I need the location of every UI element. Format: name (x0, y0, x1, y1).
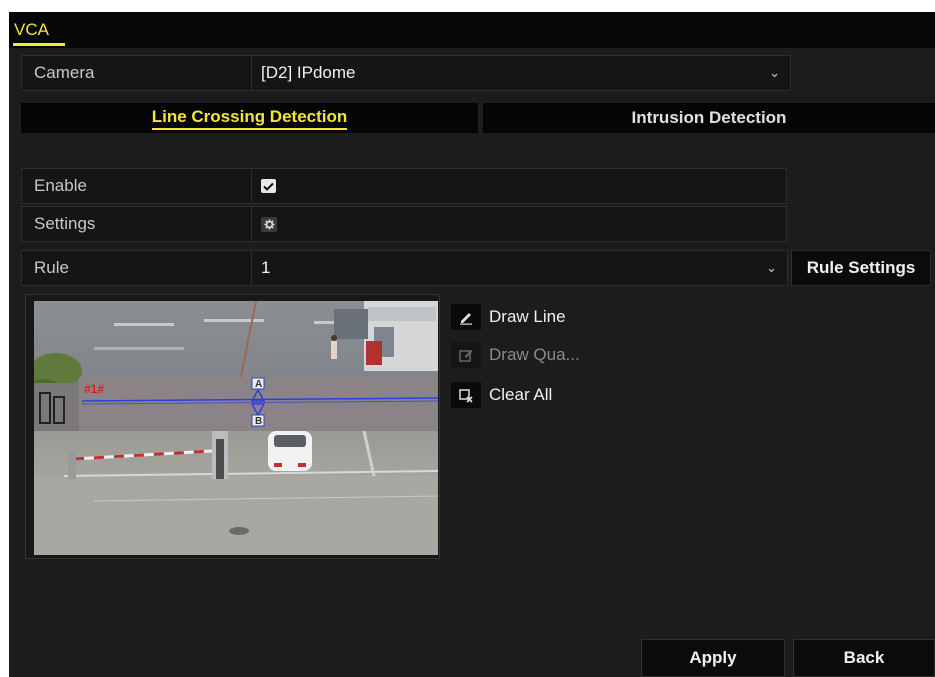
back-button[interactable]: Back (793, 639, 935, 677)
enable-value (253, 169, 786, 203)
side-a-label: A (255, 379, 262, 390)
rule-settings-label: Rule Settings (806, 258, 916, 277)
rule-select-value: 1 (261, 258, 271, 277)
edit-icon (451, 342, 481, 368)
pencil-icon (451, 304, 481, 330)
draw-line-tool[interactable]: Draw Line (451, 304, 566, 330)
rule-select[interactable]: 1 ⌄ (253, 251, 787, 285)
vca-window: VCA Camera [D2] IPdome ⌄ Line Crossing D… (9, 12, 935, 677)
side-b-label: B (255, 416, 262, 427)
title-underline (13, 43, 65, 46)
draw-line-label: Draw Line (489, 307, 566, 326)
enable-row: Enable (21, 168, 787, 204)
camera-label: Camera (22, 56, 252, 90)
tab-vca[interactable]: VCA (14, 20, 49, 40)
camera-preview[interactable]: #1# A B (34, 301, 438, 555)
draw-quadrilateral-label: Draw Qua... (489, 345, 580, 364)
camera-select[interactable]: [D2] IPdome ⌄ (253, 56, 790, 90)
gear-icon (263, 218, 275, 230)
draw-quadrilateral-tool[interactable]: Draw Qua... (451, 342, 580, 368)
apply-button[interactable]: Apply (641, 639, 785, 677)
apply-label: Apply (689, 648, 737, 667)
rule-row: Rule 1 ⌄ (21, 250, 788, 286)
tab-line-crossing-label: Line Crossing Detection (151, 107, 348, 130)
settings-row: Settings (21, 206, 787, 242)
clear-all-label: Clear All (489, 385, 553, 404)
rule-tag: #1# (84, 382, 104, 396)
enable-checkbox[interactable] (261, 179, 276, 193)
settings-button[interactable] (261, 216, 277, 232)
camera-select-value: [D2] IPdome (261, 63, 356, 82)
video-preview-frame: #1# A B (25, 294, 440, 559)
settings-value (253, 207, 786, 241)
rule-settings-button[interactable]: Rule Settings (791, 250, 931, 286)
tab-intrusion-detection[interactable]: Intrusion Detection (483, 103, 935, 133)
clear-icon (451, 382, 481, 408)
tab-intrusion-label: Intrusion Detection (631, 108, 787, 127)
clear-all-tool[interactable]: Clear All (451, 382, 552, 408)
settings-label: Settings (22, 207, 252, 241)
checkmark-icon (263, 182, 274, 191)
title-bar: VCA (9, 12, 935, 48)
chevron-down-icon: ⌄ (766, 260, 777, 275)
tab-line-crossing-detection[interactable]: Line Crossing Detection (21, 103, 478, 133)
rule-label: Rule (22, 251, 252, 285)
back-label: Back (843, 648, 885, 667)
chevron-down-icon: ⌄ (769, 65, 780, 80)
camera-row: Camera [D2] IPdome ⌄ (21, 55, 791, 91)
enable-label: Enable (22, 169, 252, 203)
camera-scene-image: #1# A B (34, 301, 438, 555)
